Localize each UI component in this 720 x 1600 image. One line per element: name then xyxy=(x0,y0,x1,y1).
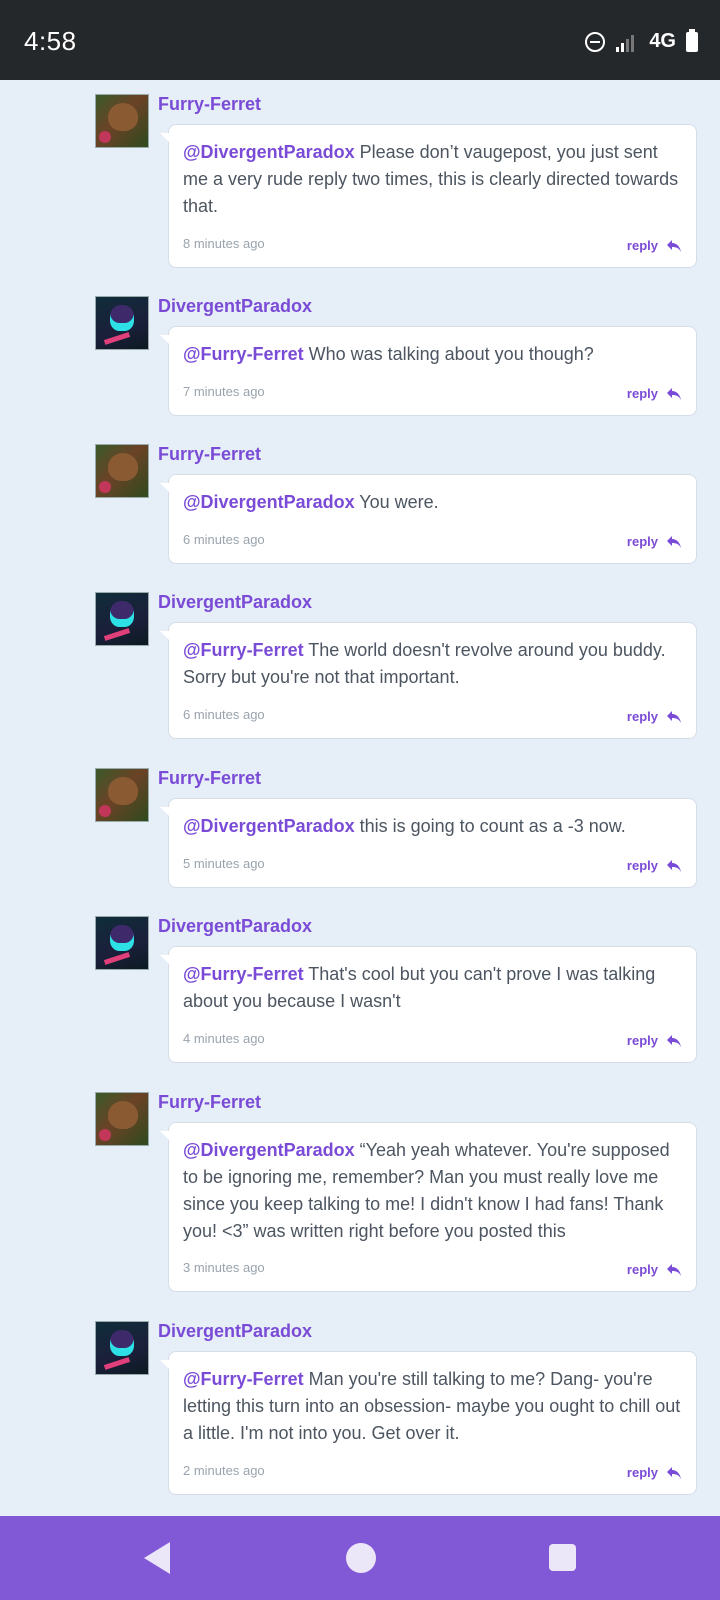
reply-label: reply xyxy=(626,1465,658,1480)
reply-label: reply xyxy=(626,1033,658,1048)
comment-text: @DivergentParadox this is going to count… xyxy=(183,813,683,840)
avatar[interactable] xyxy=(95,768,149,822)
comment-text: @DivergentParadox “Yeah yeah whatever. Y… xyxy=(183,1137,683,1245)
reply-icon xyxy=(667,535,681,548)
comment-timestamp: 6 minutes ago xyxy=(183,532,265,547)
mention-link[interactable]: @Furry-Ferret xyxy=(183,964,304,984)
signal-icon xyxy=(616,34,635,52)
comment-author[interactable]: DivergentParadox xyxy=(158,592,312,613)
comment-timestamp: 6 minutes ago xyxy=(183,707,265,722)
reply-label: reply xyxy=(626,238,658,253)
comment-bubble: @Furry-Ferret The world doesn't revolve … xyxy=(160,622,697,739)
battery-icon xyxy=(686,28,698,52)
reply-button[interactable]: reply xyxy=(627,709,682,724)
reply-button[interactable]: reply xyxy=(627,1033,682,1048)
mention-link[interactable]: @Furry-Ferret xyxy=(183,344,304,364)
navigation-bar xyxy=(0,1516,720,1600)
avatar[interactable] xyxy=(95,296,149,350)
avatar[interactable] xyxy=(95,592,149,646)
network-type-label: 4G xyxy=(649,30,676,52)
comment-text: @Furry-Ferret That's cool but you can't … xyxy=(183,961,683,1015)
reply-button[interactable]: reply xyxy=(627,1465,682,1480)
comment-bubble: @Furry-Ferret Man you're still talking t… xyxy=(160,1351,697,1495)
mention-link[interactable]: @DivergentParadox xyxy=(183,816,355,836)
reply-button[interactable]: reply xyxy=(627,238,682,253)
back-icon[interactable] xyxy=(144,1542,170,1574)
reply-icon xyxy=(667,1034,681,1047)
reply-button[interactable]: reply xyxy=(627,534,682,549)
home-icon[interactable] xyxy=(346,1543,376,1573)
comment-author[interactable]: Furry-Ferret xyxy=(158,94,261,115)
comment-body: Who was talking about you though? xyxy=(303,344,594,364)
reply-label: reply xyxy=(626,858,658,873)
do-not-disturb-icon xyxy=(585,31,606,52)
reply-label: reply xyxy=(626,709,658,724)
comment-author[interactable]: Furry-Ferret xyxy=(158,444,261,465)
comment-bubble: @DivergentParadox this is going to count… xyxy=(160,798,697,888)
mention-link[interactable]: @Furry-Ferret xyxy=(183,1369,304,1389)
avatar[interactable] xyxy=(95,1092,149,1146)
comment: Furry-Ferret @DivergentParadox Please do… xyxy=(0,86,720,268)
comment-author[interactable]: DivergentParadox xyxy=(158,296,312,317)
avatar[interactable] xyxy=(95,1321,149,1375)
reply-icon xyxy=(667,859,681,872)
recent-apps-icon[interactable] xyxy=(549,1544,576,1571)
mention-link[interactable]: @DivergentParadox xyxy=(183,1140,355,1160)
reply-button[interactable]: reply xyxy=(627,858,682,873)
comment-text: @Furry-Ferret Man you're still talking t… xyxy=(183,1366,683,1447)
status-time: 4:58 xyxy=(24,26,77,56)
comment-bubble: @DivergentParadox You were. 6 minutes ag… xyxy=(160,474,697,564)
comment-timestamp: 5 minutes ago xyxy=(183,856,265,871)
comment: DivergentParadox @Furry-Ferret Man you'r… xyxy=(0,1313,720,1503)
comment-text: @DivergentParadox Please don’t vaugepost… xyxy=(183,139,683,220)
comment-text: @Furry-Ferret The world doesn't revolve … xyxy=(183,637,683,691)
comment-bubble: @Furry-Ferret Who was talking about you … xyxy=(160,326,697,416)
comment: DivergentParadox @Furry-Ferret The world… xyxy=(0,584,720,739)
comment: Furry-Ferret @DivergentParadox You were.… xyxy=(0,436,720,564)
comment-bubble: @DivergentParadox Please don’t vaugepost… xyxy=(160,124,697,268)
comment-author[interactable]: DivergentParadox xyxy=(158,916,312,937)
reply-button[interactable]: reply xyxy=(627,1262,682,1277)
avatar[interactable] xyxy=(95,94,149,148)
comment: DivergentParadox @Furry-Ferret Who was t… xyxy=(0,288,720,416)
comment-author[interactable]: Furry-Ferret xyxy=(158,1092,261,1113)
comment: DivergentParadox @Furry-Ferret That's co… xyxy=(0,908,720,1063)
reply-label: reply xyxy=(626,386,658,401)
avatar[interactable] xyxy=(95,444,149,498)
comment: Furry-Ferret @DivergentParadox this is g… xyxy=(0,760,720,888)
mention-link[interactable]: @DivergentParadox xyxy=(183,142,355,162)
comment-author[interactable]: Furry-Ferret xyxy=(158,768,261,789)
mention-link[interactable]: @Furry-Ferret xyxy=(183,640,304,660)
status-bar: 4:58 4G xyxy=(0,0,720,80)
reply-icon xyxy=(667,239,681,252)
comment-timestamp: 3 minutes ago xyxy=(183,1260,265,1275)
reply-icon xyxy=(667,710,681,723)
comment-timestamp: 7 minutes ago xyxy=(183,384,265,399)
reply-label: reply xyxy=(626,534,658,549)
comment-timestamp: 4 minutes ago xyxy=(183,1031,265,1046)
comment-bubble: @DivergentParadox “Yeah yeah whatever. Y… xyxy=(160,1122,697,1292)
reply-icon xyxy=(667,387,681,400)
comment: Furry-Ferret @DivergentParadox “Yeah yea… xyxy=(0,1084,720,1292)
reply-label: reply xyxy=(626,1262,658,1277)
avatar[interactable] xyxy=(95,916,149,970)
comment-bubble: @Furry-Ferret That's cool but you can't … xyxy=(160,946,697,1063)
comment-body: You were. xyxy=(354,492,439,512)
comment-text: @DivergentParadox You were. xyxy=(183,489,683,516)
reply-button[interactable]: reply xyxy=(627,386,682,401)
comment-text: @Furry-Ferret Who was talking about you … xyxy=(183,341,683,368)
reply-icon xyxy=(667,1263,681,1276)
comment-timestamp: 8 minutes ago xyxy=(183,236,265,251)
mention-link[interactable]: @DivergentParadox xyxy=(183,492,355,512)
status-icons: 4G xyxy=(585,28,698,53)
comment-timestamp: 2 minutes ago xyxy=(183,1463,265,1478)
comment-body: this is going to count as a -3 now. xyxy=(354,816,626,836)
comment-author[interactable]: DivergentParadox xyxy=(158,1321,312,1342)
reply-icon xyxy=(667,1466,681,1479)
